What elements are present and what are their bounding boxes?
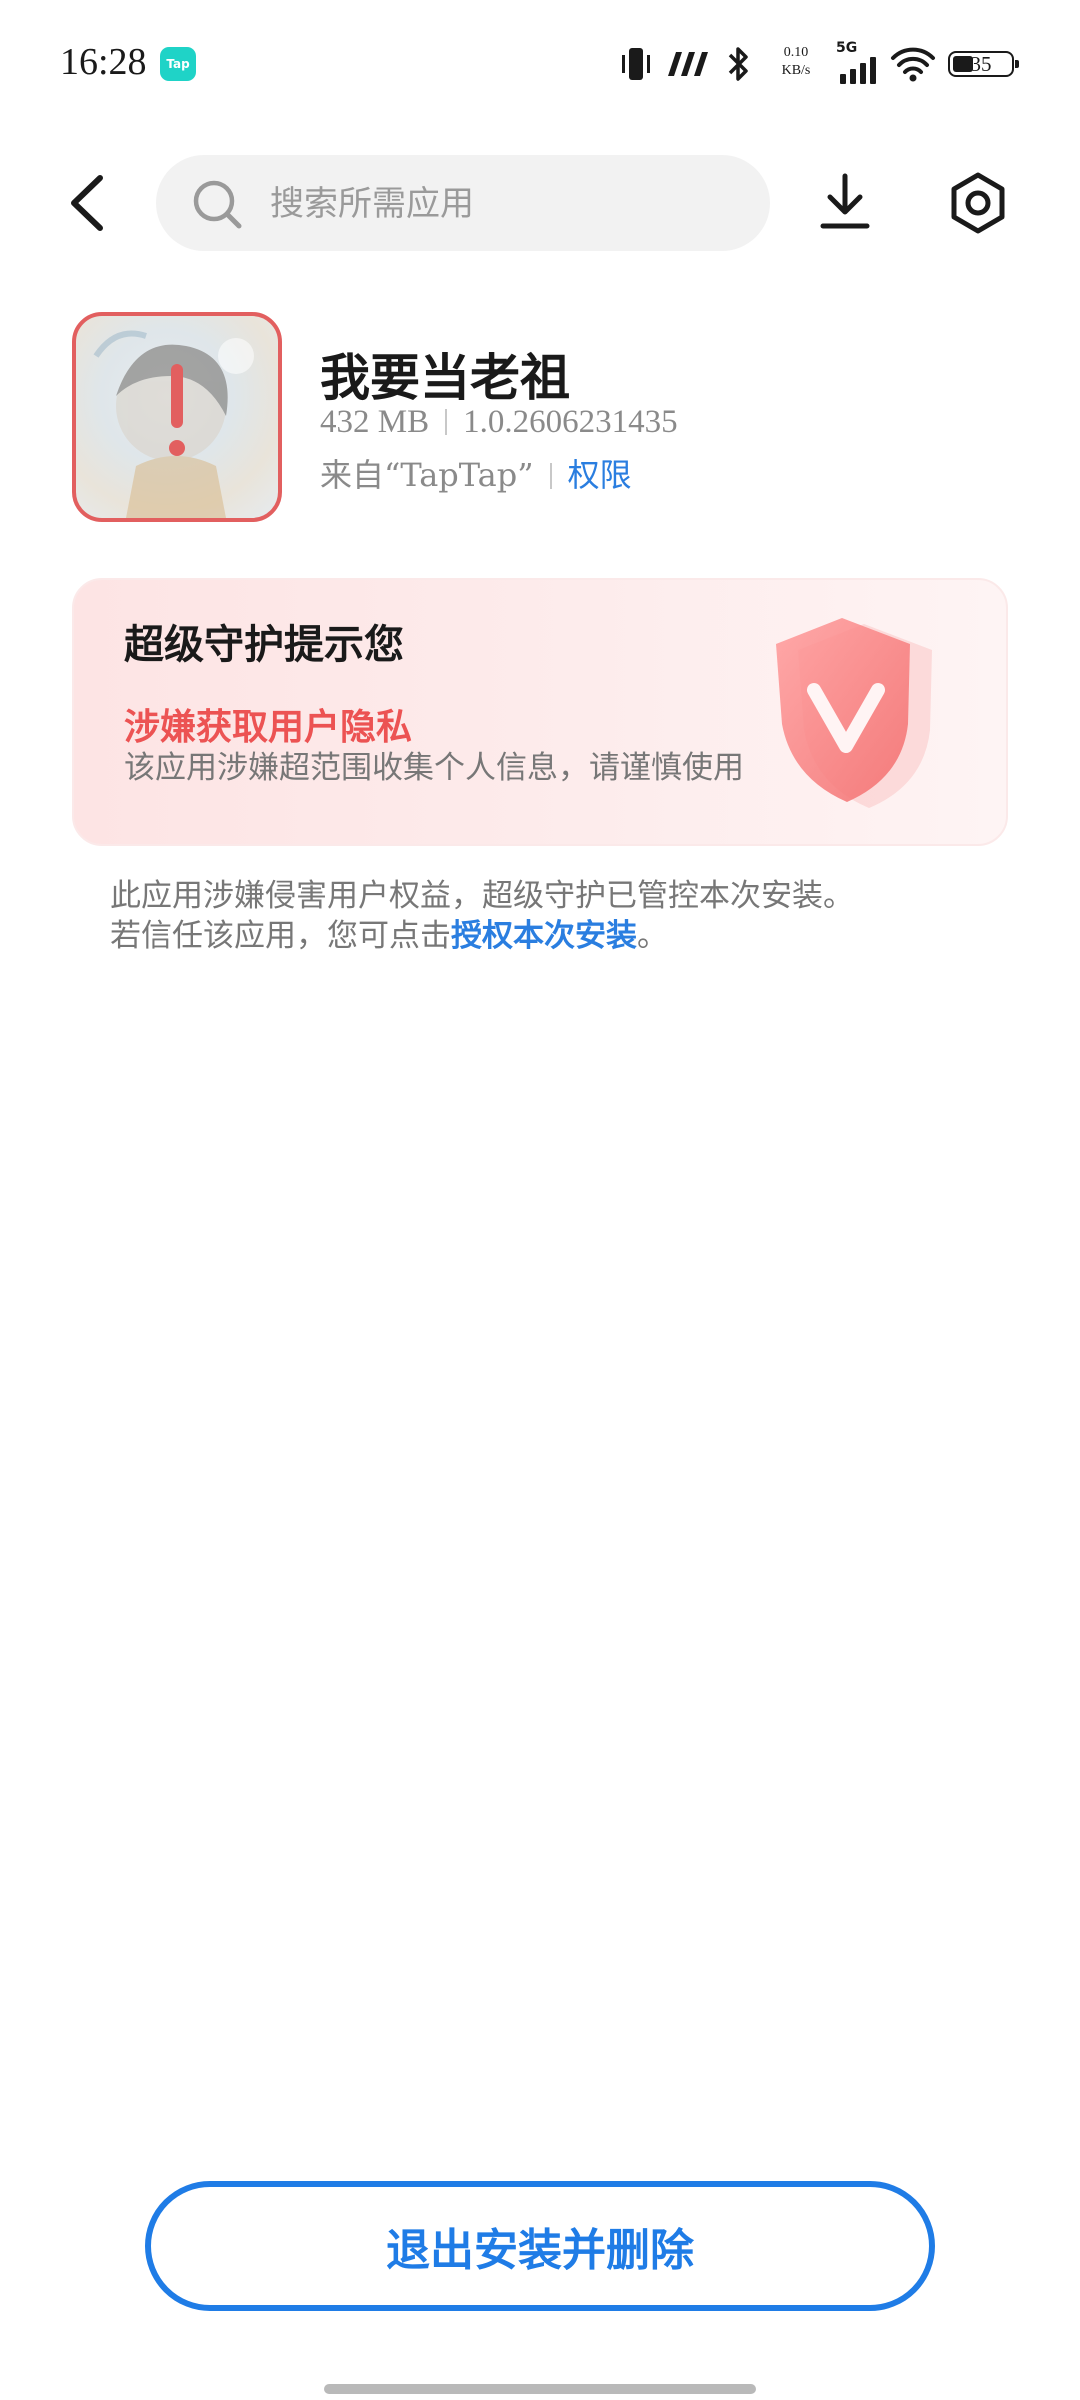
network-speed: 0.10 KB/s xyxy=(766,44,826,80)
permissions-link[interactable]: 权限 xyxy=(568,456,632,494)
super-guard-warning-card: 超级守护提示您 涉嫌获取用户隐私 该应用涉嫌超范围收集个人信息，请谨慎使用 xyxy=(72,578,1008,846)
battery-cap xyxy=(1015,60,1019,68)
cellular-signal-icon: 5G xyxy=(836,40,882,84)
warning-title: 超级守护提示您 xyxy=(124,621,404,668)
notice-line-2: 若信任该应用，您可点击授权本次安装。 xyxy=(110,916,990,956)
shield-icon xyxy=(776,618,932,808)
wifi-icon xyxy=(891,47,935,82)
bluetooth-icon xyxy=(728,47,748,81)
alert-exclamation-icon xyxy=(169,364,185,456)
search-bar[interactable] xyxy=(156,155,770,251)
app-size: 432 MB xyxy=(320,404,430,440)
app-version: 1.0.2606231435 xyxy=(463,404,678,440)
status-icons: 0.10 KB/s 5G 35 xyxy=(618,40,1020,88)
nfc-icon xyxy=(668,52,708,76)
download-button[interactable] xyxy=(815,170,875,236)
meta-divider xyxy=(445,409,448,435)
app-name: 我要当老祖 xyxy=(320,348,570,407)
source-divider xyxy=(549,463,552,489)
settings-button[interactable] xyxy=(945,170,1011,236)
download-icon xyxy=(820,173,870,229)
network-speed-value: 0.10 xyxy=(783,45,809,60)
install-notice: 此应用涉嫌侵害用户权益，超级守护已管控本次安装。 若信任该应用，您可点击授权本次… xyxy=(110,876,990,956)
app-icon xyxy=(72,312,282,522)
taptap-notification-icon: Tap xyxy=(160,47,196,81)
search-input[interactable] xyxy=(268,173,742,235)
battery-icon: 35 xyxy=(948,51,1019,77)
battery-percent: 35 xyxy=(970,52,992,76)
warning-description: 该应用涉嫌超范围收集个人信息，请谨慎使用 xyxy=(124,750,744,786)
authorize-install-link[interactable]: 授权本次安装 xyxy=(451,918,637,954)
install-guard-page: 16:28 Tap 0.10 KB/s 5G 35 搜索所需应用 我要当老祖 4… xyxy=(0,0,1080,2400)
vibrate-icon xyxy=(622,48,650,80)
notice-line-2-prefix: 若信任该应用，您可点击 xyxy=(110,918,451,954)
chevron-left-icon xyxy=(71,175,103,231)
app-source-row: 来自“TapTap” 权限 xyxy=(320,450,632,496)
settings-hexagon-icon xyxy=(951,172,1005,234)
network-type-label: 5G xyxy=(836,40,858,56)
app-meta: 432 MB 1.0.2606231435 xyxy=(320,404,678,441)
exit-and-delete-button[interactable]: 退出安装并删除 xyxy=(145,2181,935,2311)
back-button[interactable] xyxy=(60,170,120,236)
status-bar: 16:28 Tap 0.10 KB/s 5G 35 xyxy=(0,0,1080,130)
home-indicator[interactable] xyxy=(324,2384,756,2394)
notice-line-2-suffix: 。 xyxy=(637,918,668,954)
app-source: 来自“TapTap” xyxy=(320,456,534,494)
notice-line-1: 此应用涉嫌侵害用户权益，超级守护已管控本次安装。 xyxy=(110,878,854,914)
network-speed-unit: KB/s xyxy=(781,63,811,78)
status-time: 16:28 xyxy=(60,41,147,83)
search-icon xyxy=(193,180,242,229)
